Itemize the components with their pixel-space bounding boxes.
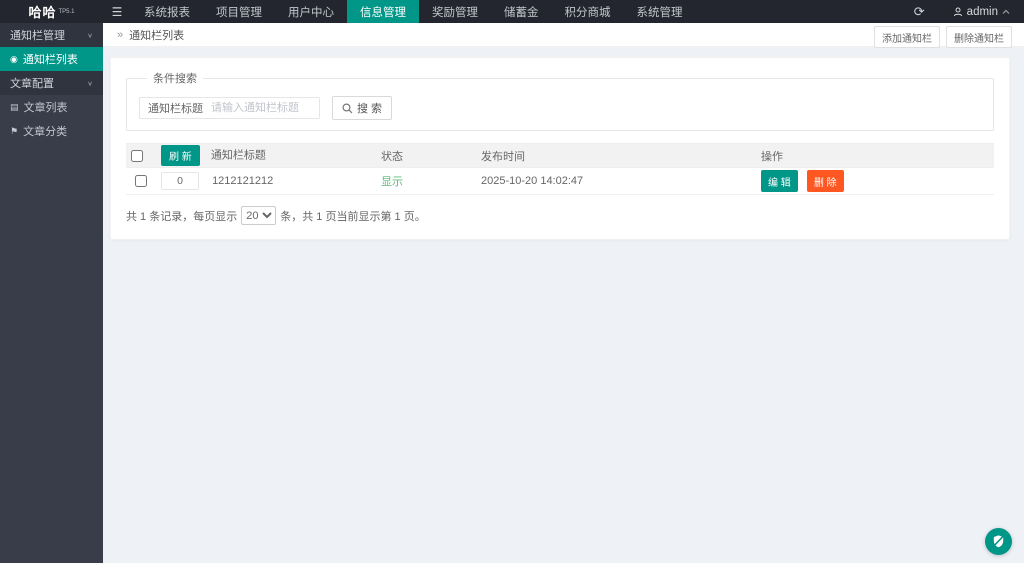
app-logo-version: TP5.1	[58, 8, 75, 15]
breadcrumb-separator: »	[117, 28, 124, 41]
sidebar-item-article-list[interactable]: ▤ 文章列表	[0, 95, 103, 119]
tag-icon: ⚑	[10, 125, 19, 136]
breadcrumb: » 通知栏列表 添加通知栏 删除通知栏	[103, 23, 1024, 48]
search-row: 通知栏标题 搜 索	[139, 96, 981, 120]
nav-item-system-report[interactable]: 系统报表	[131, 0, 203, 23]
top-nav: 系统报表 项目管理 用户中心 信息管理 奖励管理 储蓄金 积分商城 系统管理	[131, 0, 696, 23]
chevron-down-icon: ∨	[87, 79, 93, 87]
edit-button[interactable]: 编 辑	[761, 170, 798, 192]
adblock-float-button[interactable]	[985, 528, 1012, 555]
header-right: ⟳ admin	[900, 0, 1024, 23]
sidebar-item-notice-list[interactable]: ◉ 通知栏列表	[0, 47, 103, 71]
nav-item-reward[interactable]: 奖励管理	[419, 0, 491, 23]
content-card: 条件搜索 通知栏标题 搜 索 刷 新 通知栏标题	[110, 57, 1010, 240]
row-publish-time: 2025-10-20 14:02:47	[476, 167, 756, 195]
pagination: 共 1 条记录，每页显示 20 条，共 1 页当前显示第 1 页。	[126, 206, 994, 225]
sidebar: 通知栏管理 ∨ ◉ 通知栏列表 文章配置 ∨ ▤ 文章列表 ⚑ 文章分类	[0, 23, 103, 563]
chevron-down-icon: ∨	[87, 31, 93, 39]
delete-button[interactable]: 删 除	[806, 170, 844, 192]
nav-item-user-center[interactable]: 用户中心	[275, 0, 347, 23]
sort-order-input[interactable]	[161, 172, 199, 190]
page-size-select[interactable]: 20	[241, 206, 277, 225]
search-legend: 条件搜索	[153, 73, 197, 85]
username: admin	[966, 5, 998, 18]
title-input-group: 通知栏标题	[139, 97, 320, 119]
select-all-checkbox[interactable]	[131, 149, 143, 162]
col-header-status: 状态	[376, 143, 476, 168]
dot-icon: ◉	[10, 53, 18, 64]
page-actions: 添加通知栏 删除通知栏	[874, 26, 1012, 48]
nav-item-project[interactable]: 项目管理	[203, 0, 275, 23]
hamburger-icon[interactable]: ☰	[103, 0, 131, 23]
list-icon: ▤	[10, 101, 19, 112]
notice-table: 刷 新 通知栏标题 状态 发布时间 操作 1212121212 显示 20	[126, 143, 994, 195]
sidebar-group-notice-label: 通知栏管理	[10, 30, 65, 42]
notice-title-input[interactable]	[211, 98, 319, 118]
row-title: 1212121212	[212, 174, 274, 187]
pagination-suffix: 条，共 1 页当前显示第 1 页。	[280, 210, 426, 223]
shield-slash-icon	[993, 535, 1004, 548]
row-checkbox[interactable]	[135, 175, 147, 188]
nav-item-savings[interactable]: 储蓄金	[491, 0, 552, 23]
user-icon	[953, 7, 962, 16]
col-header-title: 通知栏标题	[210, 149, 266, 162]
search-button-label: 搜 索	[357, 103, 383, 115]
user-menu[interactable]: admin	[939, 0, 1024, 23]
table-header-row: 刷 新 通知栏标题 状态 发布时间 操作	[126, 143, 994, 168]
nav-item-system-manage[interactable]: 系统管理	[624, 0, 696, 23]
delete-notice-button[interactable]: 删除通知栏	[946, 26, 1012, 48]
pagination-prefix: 共 1 条记录，每页显示	[126, 210, 238, 223]
main-area: » 通知栏列表 添加通知栏 删除通知栏 条件搜索 通知栏标题 搜 索	[103, 23, 1024, 563]
sidebar-item-article-list-label: 文章列表	[23, 102, 68, 114]
sidebar-item-article-category-label: 文章分类	[23, 126, 68, 138]
sidebar-item-notice-list-label: 通知栏列表	[22, 54, 78, 66]
search-icon	[342, 102, 353, 113]
sidebar-group-article[interactable]: 文章配置 ∨	[0, 71, 103, 95]
table-refresh-button[interactable]: 刷 新	[161, 145, 200, 166]
nav-item-points-mall[interactable]: 积分商城	[552, 0, 624, 23]
search-fieldset: 条件搜索 通知栏标题 搜 索	[126, 70, 994, 131]
col-header-actions: 操作	[756, 143, 994, 168]
table-row: 1212121212 显示 2025-10-20 14:02:47 编 辑 删 …	[126, 167, 994, 195]
title-field-label: 通知栏标题	[148, 103, 203, 115]
nav-item-info-manage[interactable]: 信息管理	[347, 0, 419, 23]
top-header: 哈哈 TP5.1 ☰ 系统报表 项目管理 用户中心 信息管理 奖励管理 储蓄金 积…	[0, 0, 1024, 23]
add-notice-button[interactable]: 添加通知栏	[874, 26, 940, 48]
app-logo-text: 哈哈	[28, 5, 57, 20]
chevron-up-icon	[1002, 9, 1010, 14]
breadcrumb-current: 通知栏列表	[129, 29, 185, 42]
search-button[interactable]: 搜 索	[332, 96, 393, 120]
col-header-publish-time: 发布时间	[476, 143, 756, 168]
sidebar-group-notice[interactable]: 通知栏管理 ∨	[0, 23, 103, 47]
refresh-icon[interactable]: ⟳	[900, 0, 939, 23]
app-logo: 哈哈 TP5.1	[0, 0, 103, 23]
status-badge: 显示	[381, 176, 403, 188]
sidebar-group-article-label: 文章配置	[10, 78, 54, 90]
sidebar-item-article-category[interactable]: ⚑ 文章分类	[0, 119, 103, 143]
